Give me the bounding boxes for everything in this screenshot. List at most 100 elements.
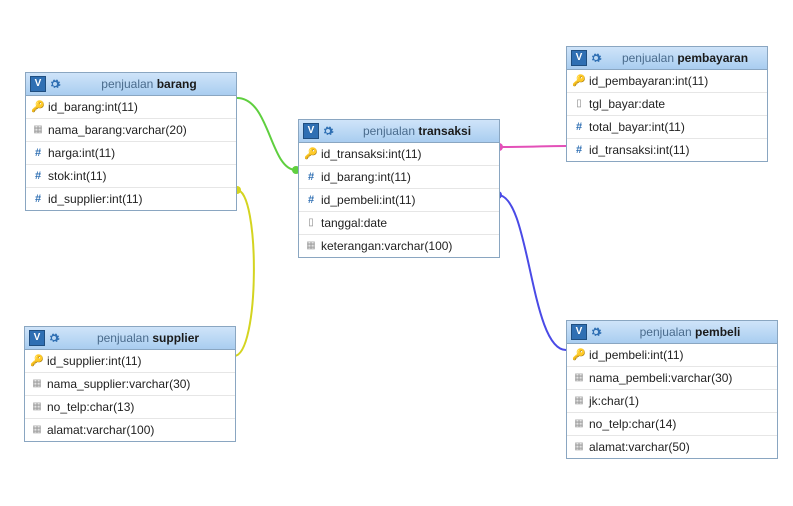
gear-icon[interactable]: [321, 124, 335, 138]
columns-list: 🔑id_supplier : int(11) ▦nama_supplier : …: [25, 350, 235, 441]
column-row[interactable]: ▦alamat : varchar(50): [567, 436, 777, 458]
table-header[interactable]: V penjualan pembayaran: [567, 47, 767, 70]
column-type: int(11): [82, 146, 115, 160]
table-pembayaran[interactable]: V penjualan pembayaran 🔑id_pembayaran : …: [566, 46, 768, 162]
column-row[interactable]: #id_transaksi : int(11): [567, 139, 767, 161]
column-row[interactable]: 🔑id_barang : int(11): [26, 96, 236, 119]
column-row[interactable]: 🔑id_pembayaran : int(11): [567, 70, 767, 93]
gear-icon[interactable]: [48, 77, 62, 91]
column-row[interactable]: #stok : int(11): [26, 165, 236, 188]
column-row[interactable]: ▯tanggal : date: [299, 212, 499, 235]
columns-list: 🔑id_transaksi : int(11) #id_barang : int…: [299, 143, 499, 257]
column-row[interactable]: ▦jk : char(1): [567, 390, 777, 413]
column-name: no_telp: [47, 400, 86, 414]
table-pembeli[interactable]: V penjualan pembeli 🔑id_pembeli : int(11…: [566, 320, 778, 459]
column-row[interactable]: #id_barang : int(11): [299, 166, 499, 189]
column-type: int(11): [652, 120, 685, 134]
table-header[interactable]: V penjualan barang: [26, 73, 236, 96]
column-name: alamat: [47, 423, 83, 437]
table-title: penjualan transaksi: [339, 124, 495, 138]
text-icon: ▦: [32, 124, 44, 136]
table-transaksi[interactable]: V penjualan transaksi 🔑id_transaksi : in…: [298, 119, 500, 258]
column-row[interactable]: #harga : int(11): [26, 142, 236, 165]
column-type: date: [642, 97, 665, 111]
column-row[interactable]: ▦nama_pembeli : varchar(30): [567, 367, 777, 390]
db-name: penjualan: [363, 124, 415, 138]
column-name: total_bayar: [589, 120, 648, 134]
table-supplier[interactable]: V penjualan supplier 🔑id_supplier : int(…: [24, 326, 236, 442]
key-icon: 🔑: [305, 148, 317, 160]
column-type: varchar(30): [129, 377, 190, 391]
column-name: id_pembeli: [321, 193, 379, 207]
column-row[interactable]: ▦no_telp : char(13): [25, 396, 235, 419]
column-row[interactable]: ▯tgl_bayar : date: [567, 93, 767, 116]
db-name: penjualan: [640, 325, 692, 339]
column-type: varchar(30): [671, 371, 732, 385]
column-row[interactable]: 🔑id_supplier : int(11): [25, 350, 235, 373]
table-header[interactable]: V penjualan pembeli: [567, 321, 777, 344]
column-row[interactable]: ▦no_telp : char(14): [567, 413, 777, 436]
text-icon: ▦: [31, 378, 43, 390]
date-icon: ▯: [305, 217, 317, 229]
column-row[interactable]: #total_bayar : int(11): [567, 116, 767, 139]
column-name: jk: [589, 394, 598, 408]
column-name: nama_barang: [48, 123, 122, 137]
column-name: id_pembayaran: [589, 74, 672, 88]
column-name: id_barang: [321, 170, 374, 184]
v-icon: V: [30, 76, 46, 92]
column-type: int(11): [109, 192, 142, 206]
columns-list: 🔑id_pembayaran : int(11) ▯tgl_bayar : da…: [567, 70, 767, 161]
column-type: date: [364, 216, 387, 230]
column-type: int(11): [382, 193, 415, 207]
column-name: id_transaksi: [589, 143, 653, 157]
column-row[interactable]: ▦alamat : varchar(100): [25, 419, 235, 441]
table-header[interactable]: V penjualan supplier: [25, 327, 235, 350]
table-header[interactable]: V penjualan transaksi: [299, 120, 499, 143]
column-name: stok: [48, 169, 70, 183]
column-type: int(11): [105, 100, 138, 114]
key-icon: 🔑: [32, 101, 44, 113]
column-type: int(11): [675, 74, 708, 88]
gear-icon[interactable]: [589, 325, 603, 339]
key-icon: 🔑: [31, 355, 43, 367]
column-type: char(13): [90, 400, 135, 414]
column-row[interactable]: ▦keterangan : varchar(100): [299, 235, 499, 257]
num-icon: #: [573, 121, 585, 133]
column-name: nama_supplier: [47, 377, 126, 391]
column-row[interactable]: #id_supplier : int(11): [26, 188, 236, 210]
column-name: id_supplier: [47, 354, 105, 368]
table-title: penjualan barang: [66, 77, 232, 91]
text-icon: ▦: [31, 401, 43, 413]
table-name: pembayaran: [677, 51, 748, 65]
column-type: varchar(50): [628, 440, 689, 454]
column-row[interactable]: ▦nama_supplier : varchar(30): [25, 373, 235, 396]
column-name: id_transaksi: [321, 147, 385, 161]
column-type: varchar(100): [86, 423, 154, 437]
num-icon: #: [32, 170, 44, 182]
column-row[interactable]: #id_pembeli : int(11): [299, 189, 499, 212]
column-row[interactable]: 🔑id_pembeli : int(11): [567, 344, 777, 367]
column-name: harga: [48, 146, 79, 160]
table-title: penjualan pembayaran: [607, 51, 763, 65]
column-row[interactable]: 🔑id_transaksi : int(11): [299, 143, 499, 166]
column-type: int(11): [650, 348, 683, 362]
column-name: tgl_bayar: [589, 97, 638, 111]
num-icon: #: [305, 194, 317, 206]
column-name: id_pembeli: [589, 348, 647, 362]
gear-icon[interactable]: [589, 51, 603, 65]
db-name: penjualan: [622, 51, 674, 65]
text-icon: ▦: [573, 418, 585, 430]
columns-list: 🔑id_pembeli : int(11) ▦nama_pembeli : va…: [567, 344, 777, 458]
column-type: int(11): [656, 143, 689, 157]
table-barang[interactable]: V penjualan barang 🔑id_barang : int(11) …: [25, 72, 237, 211]
text-icon: ▦: [573, 395, 585, 407]
db-name: penjualan: [97, 331, 149, 345]
key-icon: 🔑: [573, 75, 585, 87]
column-row[interactable]: ▦nama_barang : varchar(20): [26, 119, 236, 142]
table-title: penjualan pembeli: [607, 325, 773, 339]
er-diagram-canvas: { "db": "penjualan", "tables": { "barang…: [0, 0, 793, 506]
v-icon: V: [571, 50, 587, 66]
table-name: transaksi: [418, 124, 471, 138]
column-name: id_barang: [48, 100, 101, 114]
gear-icon[interactable]: [47, 331, 61, 345]
